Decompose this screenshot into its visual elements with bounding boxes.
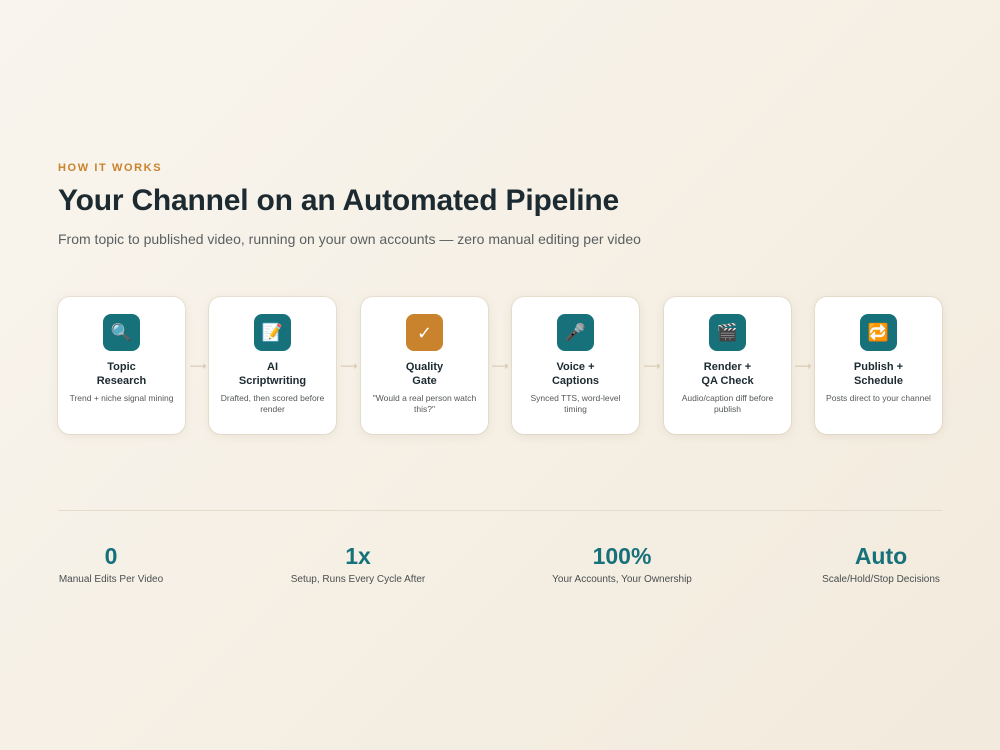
step-description: Audio/caption diff before publish	[681, 393, 774, 414]
stat-manual-edits: 0 Manual Edits Per Video	[58, 541, 164, 585]
pipeline-step-quality-gate: ✓ Quality Gate "Would a real person watc…	[361, 297, 488, 434]
step-title: Render + QA Check	[701, 361, 754, 387]
section-title: Your Channel on an Automated Pipeline	[58, 184, 619, 217]
step-description: "Would a real person watch this?"	[372, 393, 477, 414]
magnifier-icon: 🔍	[103, 314, 140, 351]
step-description: Posts direct to your channel	[826, 393, 931, 403]
section-subtitle: From topic to published video, running o…	[58, 231, 641, 247]
arrow-icon: ⟶	[794, 359, 812, 373]
step-description: Drafted, then scored before render	[220, 393, 325, 414]
arrow-icon: ⟶	[491, 359, 509, 373]
pipeline-step-topic-research: 🔍 Topic Research Trend + niche signal mi…	[58, 297, 185, 434]
pipeline-steps: 🔍 Topic Research Trend + niche signal mi…	[58, 297, 942, 435]
stat-auto-decisions: Auto Scale/Hold/Stop Decisions	[819, 541, 943, 585]
section-eyebrow: HOW IT WORKS	[58, 162, 163, 174]
stat-label: Manual Edits Per Video	[58, 574, 164, 585]
step-title: Publish + Schedule	[853, 361, 904, 387]
stat-value: 100%	[592, 543, 652, 569]
arrow-icon: ⟶	[189, 359, 207, 373]
memo-icon: 📝	[254, 314, 291, 351]
arrow-icon: ⟶	[340, 359, 358, 373]
pipeline-step-ai-scriptwriting: 📝 AI Scriptwriting Drafted, then scored …	[209, 297, 336, 434]
microphone-icon: 🎤	[557, 314, 594, 351]
stat-value: 0	[104, 543, 118, 569]
arrow-icon: ⟶	[643, 359, 661, 373]
pipeline-step-voice-captions: 🎤 Voice + Captions Synced TTS, word-leve…	[512, 297, 639, 434]
stat-value: 1x	[345, 543, 371, 569]
stat-label: Setup, Runs Every Cycle After	[290, 574, 426, 585]
pipeline-step-render-qa: 🎬 Render + QA Check Audio/caption diff b…	[664, 297, 791, 434]
stat-setup: 1x Setup, Runs Every Cycle After	[288, 541, 428, 585]
checkmark-icon: ✓	[406, 314, 443, 351]
stat-ownership: 100% Your Accounts, Your Ownership	[548, 541, 696, 585]
step-title: Topic Research	[96, 361, 147, 387]
clapperboard-icon: 🎬	[709, 314, 746, 351]
step-title: Voice + Captions	[551, 361, 600, 387]
stat-label: Scale/Hold/Stop Decisions	[822, 574, 940, 585]
step-description: Trend + niche signal mining	[69, 393, 174, 403]
section-divider	[58, 510, 942, 511]
stat-label: Your Accounts, Your Ownership	[552, 574, 692, 585]
step-title: AI Scriptwriting	[238, 361, 307, 387]
pipeline-step-publish-schedule: 🔁 Publish + Schedule Posts direct to you…	[815, 297, 942, 434]
step-description: Synced TTS, word-level timing	[530, 393, 621, 414]
repeat-icon: 🔁	[860, 314, 897, 351]
stat-value: Auto	[854, 543, 908, 569]
step-title: Quality Gate	[405, 361, 444, 387]
